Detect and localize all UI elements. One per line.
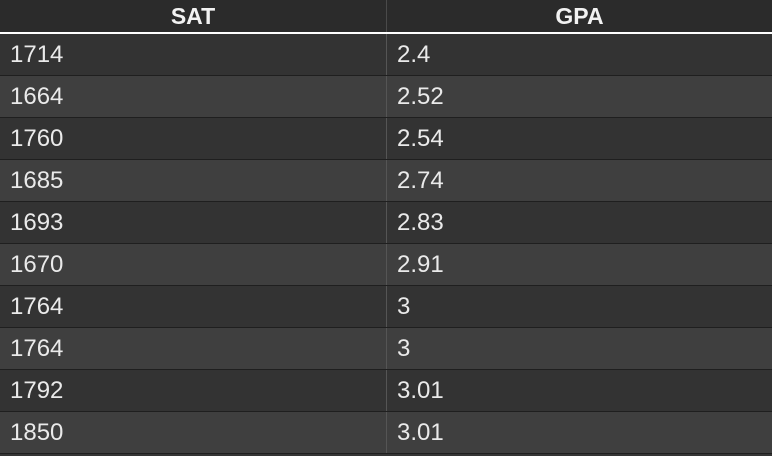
cell-gpa[interactable]: 3.01 bbox=[387, 370, 772, 411]
cell-sat[interactable]: 1693 bbox=[0, 202, 387, 243]
cell-sat[interactable]: 1685 bbox=[0, 160, 387, 201]
cell-sat[interactable]: 1764 bbox=[0, 328, 387, 369]
table-row[interactable]: 1714 2.4 bbox=[0, 34, 772, 76]
table-row[interactable]: 1764 3 bbox=[0, 286, 772, 328]
cell-gpa[interactable]: 2.54 bbox=[387, 118, 772, 159]
cell-sat[interactable]: 1670 bbox=[0, 244, 387, 285]
table-row[interactable]: 1760 2.54 bbox=[0, 118, 772, 160]
cell-gpa[interactable]: 3 bbox=[387, 328, 772, 369]
cell-gpa[interactable]: 2.91 bbox=[387, 244, 772, 285]
table-row[interactable]: 1685 2.74 bbox=[0, 160, 772, 202]
table-row[interactable]: 1670 2.91 bbox=[0, 244, 772, 286]
table-row[interactable]: 1850 3.01 bbox=[0, 412, 772, 454]
cell-sat[interactable]: 1760 bbox=[0, 118, 387, 159]
data-table: SAT GPA 1714 2.4 1664 2.52 1760 2.54 1685 2.74 1… bbox=[0, 0, 772, 456]
column-header-gpa[interactable]: GPA bbox=[387, 0, 772, 32]
table-body: 1714 2.4 1664 2.52 1760 2.54 1685 2.74 1693 2.83 1… bbox=[0, 34, 772, 454]
column-header-sat[interactable]: SAT bbox=[0, 0, 387, 32]
table-header: SAT GPA bbox=[0, 0, 772, 34]
table-row[interactable]: 1664 2.52 bbox=[0, 76, 772, 118]
cell-gpa[interactable]: 2.74 bbox=[387, 160, 772, 201]
cell-gpa[interactable]: 2.83 bbox=[387, 202, 772, 243]
cell-sat[interactable]: 1714 bbox=[0, 34, 387, 75]
cell-gpa[interactable]: 3 bbox=[387, 286, 772, 327]
cell-sat[interactable]: 1764 bbox=[0, 286, 387, 327]
cell-sat[interactable]: 1792 bbox=[0, 370, 387, 411]
cell-gpa[interactable]: 2.52 bbox=[387, 76, 772, 117]
cell-gpa[interactable]: 2.4 bbox=[387, 34, 772, 75]
table-row[interactable]: 1764 3 bbox=[0, 328, 772, 370]
table-row[interactable]: 1693 2.83 bbox=[0, 202, 772, 244]
cell-gpa[interactable]: 3.01 bbox=[387, 412, 772, 453]
cell-sat[interactable]: 1850 bbox=[0, 412, 387, 453]
table-row[interactable]: 1792 3.01 bbox=[0, 370, 772, 412]
cell-sat[interactable]: 1664 bbox=[0, 76, 387, 117]
